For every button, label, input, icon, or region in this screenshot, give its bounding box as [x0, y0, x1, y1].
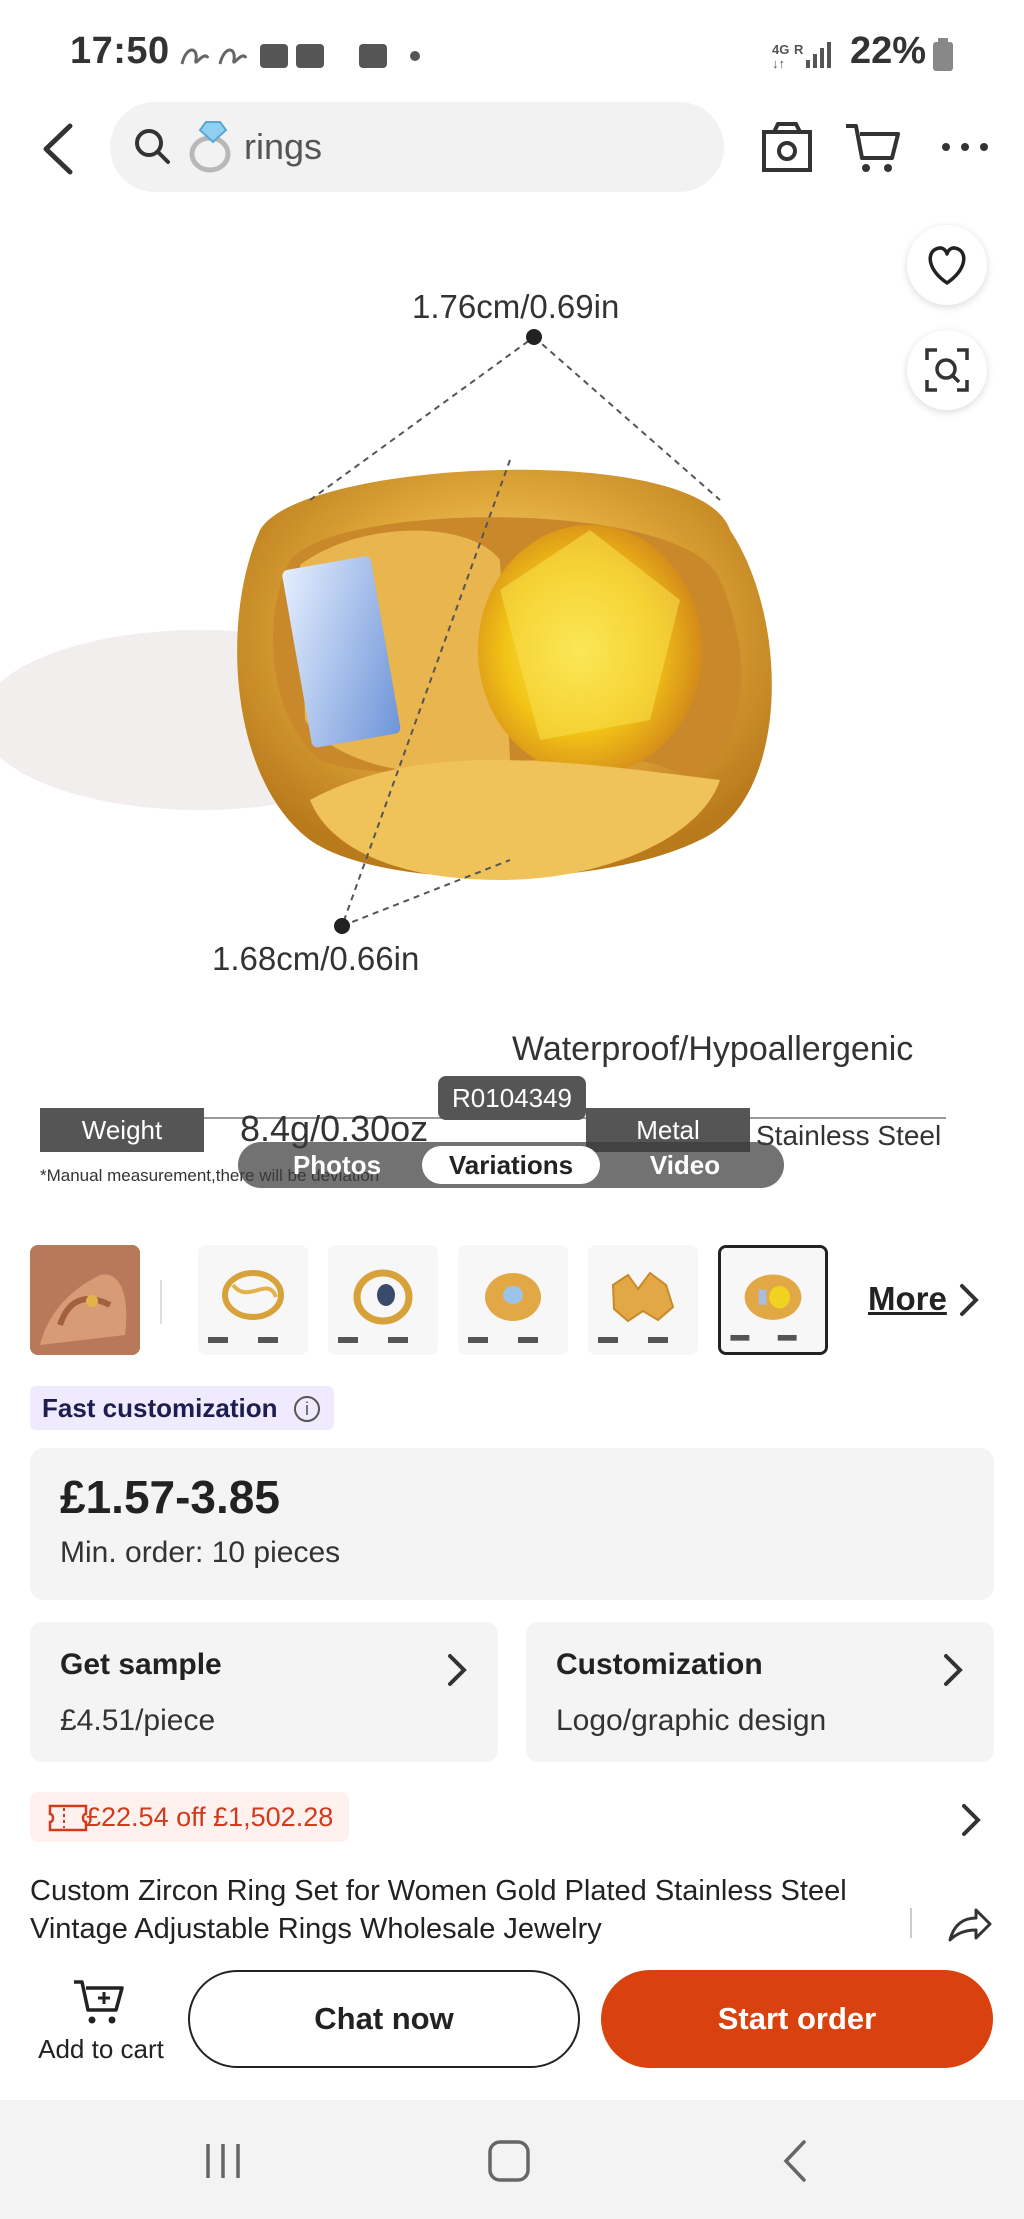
camera-search-icon[interactable]: [756, 116, 818, 178]
svg-text:↓↑: ↓↑: [772, 56, 785, 70]
metal-value: Stainless Steel: [756, 1120, 942, 1151]
card-subtitle: £4.51/piece: [60, 1704, 216, 1737]
svg-text:4G: 4G: [772, 42, 789, 57]
card-title: Customization: [556, 1648, 763, 1681]
search-bar[interactable]: rings: [110, 102, 724, 192]
thumbnail-image: [588, 1245, 698, 1355]
back-nav-icon[interactable]: [772, 2136, 822, 2186]
get-sample-card[interactable]: Get sample £4.51/piece: [30, 1622, 498, 1762]
cart-icon[interactable]: [842, 116, 904, 178]
price-range: £1.57-3.85: [60, 1471, 280, 1523]
thumbnail-image: [198, 1245, 308, 1355]
status-time: 17:50: [70, 30, 170, 72]
chat-now-button[interactable]: Chat now: [188, 1970, 580, 2068]
back-arrow-icon[interactable]: [26, 114, 96, 184]
tab-photos[interactable]: Photos: [252, 1142, 422, 1188]
svg-text:R: R: [794, 42, 804, 57]
card-title: Get sample: [60, 1648, 222, 1681]
thumbnail-image: [721, 1248, 825, 1352]
divider: [910, 1908, 912, 1938]
add-to-cart-button[interactable]: Add to cart: [26, 1970, 176, 2070]
status-bar: 17:50 4G ↓↑ R 22%: [0, 0, 1024, 110]
thumbnail-image: [328, 1245, 438, 1355]
start-order-button[interactable]: Start order: [601, 1970, 993, 2068]
battery-icon: [933, 38, 953, 71]
coupon-text: £22.54 off £1,502.28: [86, 1802, 334, 1832]
search-query: rings: [244, 126, 323, 167]
thumbnail-image: [30, 1245, 140, 1355]
ring-emoji-icon: [189, 121, 231, 173]
fast-customization-badge: Fast customization: [30, 1386, 334, 1430]
badge-label: Fast customization: [42, 1393, 278, 1423]
dimension-top: 1.76cm/0.69in: [412, 288, 620, 325]
share-icon[interactable]: [946, 1904, 992, 1944]
weight-label: Weight: [40, 1108, 204, 1152]
favorite-button[interactable]: [907, 225, 987, 305]
chevron-right-icon: [944, 1654, 963, 1686]
chevron-right-icon[interactable]: [956, 1800, 986, 1840]
tab-variations[interactable]: Variations: [422, 1146, 600, 1184]
thumbnail-variant-4[interactable]: [588, 1245, 698, 1355]
info-icon[interactable]: i: [294, 1396, 320, 1422]
more-options-icon[interactable]: [934, 116, 996, 178]
thumbnail-variant-1[interactable]: [198, 1245, 308, 1355]
visual-search-button[interactable]: [907, 330, 987, 410]
coupon-icon: [48, 1804, 88, 1832]
dimension-bottom: 1.68cm/0.66in: [212, 940, 420, 977]
card-subtitle: Logo/graphic design: [556, 1704, 827, 1737]
thumbnail-separator: [160, 1280, 162, 1324]
more-thumbnails-link[interactable]: More: [868, 1280, 947, 1318]
thumbnail-image: [458, 1245, 568, 1355]
battery-percent: 22%: [849, 30, 926, 72]
thumbnail-variant-2[interactable]: [328, 1245, 438, 1355]
thumbnail-variant-5-selected[interactable]: [718, 1245, 828, 1355]
min-order: Min. order: 10 pieces: [60, 1536, 341, 1569]
home-icon[interactable]: [484, 2136, 534, 2186]
thumbnail-hands[interactable]: [30, 1245, 140, 1355]
recent-apps-icon[interactable]: [198, 2136, 248, 2186]
chevron-right-icon[interactable]: [954, 1280, 984, 1320]
media-tab-switcher: Photos Variations Video: [238, 1142, 784, 1188]
customization-card[interactable]: Customization Logo/graphic design: [526, 1622, 994, 1762]
signal-icon: 4G ↓↑ R: [772, 42, 831, 70]
heart-icon: [928, 246, 966, 285]
product-code: R0104349: [438, 1076, 586, 1120]
dot-icon: [410, 51, 420, 61]
add-cart-icon: [74, 1980, 124, 2024]
notification-icons: [180, 44, 324, 68]
add-to-cart-label: Add to cart: [38, 2034, 164, 2064]
price-box: £1.57-3.85 Min. order: 10 pieces: [30, 1448, 994, 1600]
notification-icon: [359, 44, 387, 68]
tab-video[interactable]: Video: [600, 1142, 770, 1188]
image-search-icon: [925, 348, 969, 392]
thumbnail-variant-3[interactable]: [458, 1245, 568, 1355]
feature-tagline: Waterproof/Hypoallergenic: [512, 1030, 914, 1068]
search-icon: [135, 129, 170, 164]
product-title: Custom Zircon Ring Set for Women Gold Pl…: [30, 1875, 847, 1944]
chevron-right-icon: [448, 1654, 467, 1686]
